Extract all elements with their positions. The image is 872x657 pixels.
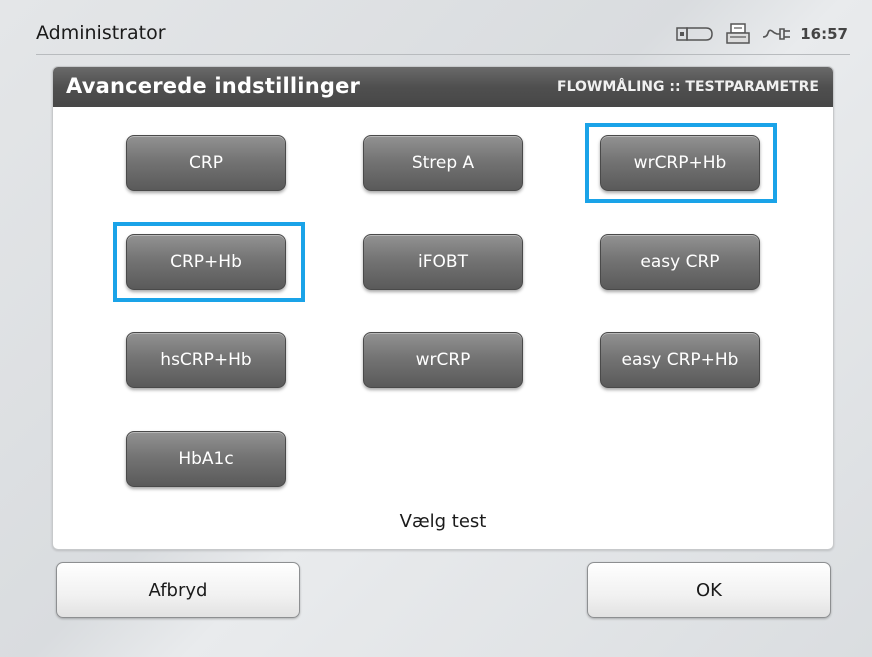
panel-title: Avancerede indstillinger [66,74,361,98]
test-button-hscrp-hb[interactable]: hsCRP+Hb [126,332,286,388]
clock: 16:57 [800,25,848,43]
test-button-hba1c[interactable]: HbA1c [126,431,286,487]
breadcrumb: FLOWMÅLING :: TESTPARAMETRE [557,79,819,95]
status-icons: 16:57 [676,23,848,45]
test-button-wrcrp-hb[interactable]: wrCRP+Hb [600,135,760,191]
cancel-button[interactable]: Afbryd [56,562,300,618]
usb-stick-icon [676,25,714,43]
test-button-strep-a[interactable]: Strep A [363,135,523,191]
prompt-text: Vælg test [399,511,487,532]
user-label: Administrator [36,22,166,44]
test-button-easy-crp-hb[interactable]: easy CRP+Hb [600,332,760,388]
top-status-bar: Administrator 16:57 [36,14,850,55]
test-button-ifobt[interactable]: iFOBT [363,234,523,290]
test-button-crp-hb[interactable]: CRP+Hb [126,234,286,290]
power-plug-icon [762,25,792,43]
test-button-easy-crp[interactable]: easy CRP [600,234,760,290]
ok-button[interactable]: OK [587,562,831,618]
settings-panel: Avancerede indstillinger FLOWMÅLING :: T… [52,66,834,550]
test-button-crp[interactable]: CRP [126,135,286,191]
device-screen: Administrator 16:57 Avancerede indstilli… [0,0,872,657]
printer-icon [726,23,750,45]
test-button-wrcrp[interactable]: wrCRP [363,332,523,388]
panel-header: Avancerede indstillinger FLOWMÅLING :: T… [53,67,833,107]
